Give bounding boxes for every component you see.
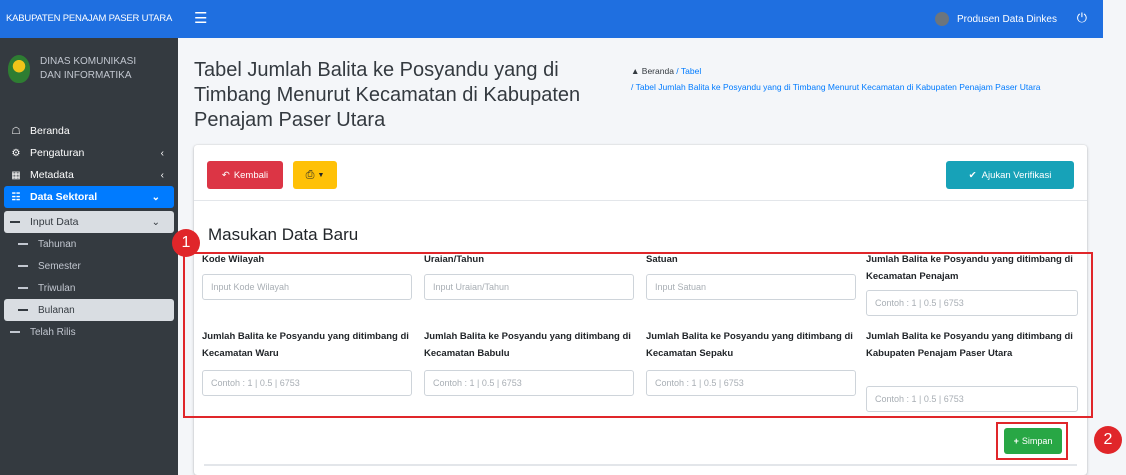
sidebar-item-pengaturan[interactable]: ⚙ Pengaturan ‹ <box>0 142 178 164</box>
sidebar-item-label: Beranda <box>30 125 70 137</box>
breadcrumb-home[interactable]: ▲ Beranda <box>631 66 674 76</box>
sidebar: KABUPATEN PENAJAM PASER UTARA DINAS KOMU… <box>0 0 178 475</box>
waru-input[interactable] <box>202 370 412 396</box>
sidebar-item-label: Metadata <box>30 169 74 181</box>
sidebar-item-label: Tahunan <box>38 238 77 250</box>
dash-icon <box>18 265 28 267</box>
sidebar-item-label: Data Sektoral <box>30 191 98 203</box>
page-title: Tabel Jumlah Balita ke Posyandu yang di … <box>194 59 581 131</box>
avatar <box>934 12 949 26</box>
org-name-line2: DAN INFORMATIKA <box>40 70 132 81</box>
save-button[interactable]: + Simpan <box>1004 428 1062 454</box>
sidebar-item-beranda[interactable]: ☖ Beranda <box>0 120 178 142</box>
field-label-satuan: Satuan <box>646 254 678 265</box>
sidebar-item-label: Semester <box>38 260 81 272</box>
chevron-down-icon: ⌄ <box>151 216 160 228</box>
uraian-tahun-input[interactable] <box>424 274 634 300</box>
card-header: ↶ Kembali ⎙ ▼ ✔ Ajukan Verifikasi <box>194 145 1087 201</box>
field-label-sepaku: Jumlah Balita ke Posyandu yang ditimbang… <box>646 331 853 359</box>
scrollbar[interactable] <box>1103 0 1126 475</box>
annotation-badge-2: 2 <box>1094 426 1122 454</box>
dash-icon <box>18 309 28 311</box>
user-menu[interactable]: Produsen Data Dinkes <box>934 12 1057 26</box>
org-panel: DINAS KOMUNIKASI DAN INFORMATIKA <box>0 38 178 108</box>
print-icon: ⎙ <box>305 168 315 181</box>
dash-icon <box>10 221 20 223</box>
sidebar-item-triwulan[interactable]: Triwulan <box>0 277 178 299</box>
sidebar-item-metadata[interactable]: ▦ Metadata ‹ <box>0 164 178 186</box>
org-name: DINAS KOMUNIKASI DAN INFORMATIKA <box>40 55 136 83</box>
back-button-label: Kembali <box>233 169 269 181</box>
kabupaten-input[interactable] <box>866 386 1078 412</box>
annotation-badge-1: 1 <box>172 229 200 257</box>
breadcrumb-separator: / <box>676 66 679 76</box>
field-label-waru: Jumlah Balita ke Posyandu yang ditimbang… <box>202 331 409 359</box>
sidebar-item-label: Input Data <box>30 216 79 228</box>
breadcrumb-tabel[interactable]: Tabel <box>681 66 701 76</box>
sidebar-item-label: Triwulan <box>38 282 76 294</box>
back-button[interactable]: ↶ Kembali <box>207 161 283 189</box>
chevron-left-icon: ‹ <box>160 169 164 181</box>
breadcrumb-separator: / <box>631 82 634 92</box>
sidebar-item-semester[interactable]: Semester <box>0 255 178 277</box>
breadcrumb: ▲ Beranda / Tabel / Tabel Jumlah Balita … <box>631 63 1071 95</box>
verify-button-label: Ajukan Verifikasi <box>981 169 1052 181</box>
dash-icon <box>18 243 28 245</box>
sidebar-item-bulanan[interactable]: Bulanan <box>4 299 174 321</box>
satuan-input[interactable] <box>646 274 856 300</box>
home-icon: ☖ <box>11 125 21 137</box>
save-button-label: Simpan <box>1021 436 1053 446</box>
breadcrumb-current: Tabel Jumlah Balita ke Posyandu yang di … <box>635 82 1041 92</box>
submit-verification-button[interactable]: ✔ Ajukan Verifikasi <box>946 161 1074 189</box>
print-dropdown-button[interactable]: ⎙ ▼ <box>293 161 337 189</box>
menu-toggle-icon[interactable]: ☰ <box>194 11 207 26</box>
sepaku-input[interactable] <box>646 370 856 396</box>
field-label-kode-wilayah: Kode Wilayah <box>202 254 265 265</box>
sidebar-item-label: Pengaturan <box>30 147 85 159</box>
brand-title[interactable]: KABUPATEN PENAJAM PASER UTARA <box>0 0 178 38</box>
chevron-left-icon: ‹ <box>160 147 164 159</box>
chevron-down-icon: ⌄ <box>151 191 160 203</box>
divider <box>204 464 1077 466</box>
field-label-uraian-tahun: Uraian/Tahun <box>424 254 484 265</box>
org-logo <box>8 55 30 83</box>
babulu-input[interactable] <box>424 370 634 396</box>
sidebar-item-data-sektoral[interactable]: ☷ Data Sektoral ⌄ <box>4 186 174 208</box>
breadcrumb-home-label: Beranda <box>641 66 674 76</box>
cogs-icon: ⚙ <box>11 147 21 159</box>
org-name-line1: DINAS KOMUNIKASI <box>40 56 137 67</box>
caret-down-icon: ▼ <box>317 171 325 179</box>
field-label-kabupaten: Jumlah Balita ke Posyandu yang ditimbang… <box>866 331 1073 359</box>
reply-icon: ↶ <box>221 169 230 181</box>
field-label-penajam: Jumlah Balita ke Posyandu yang ditimbang… <box>866 254 1073 282</box>
database-icon: ☷ <box>11 191 21 203</box>
sidebar-item-label: Bulanan <box>38 304 75 316</box>
topbar: ☰ Produsen Data Dinkes ⏻ <box>178 0 1103 38</box>
sidebar-item-telah-rilis[interactable]: Telah Rilis <box>0 321 178 343</box>
kode-wilayah-input[interactable] <box>202 274 412 300</box>
plus-icon: + <box>1013 436 1019 446</box>
sidebar-item-input-data[interactable]: Input Data ⌄ <box>4 211 174 233</box>
dash-icon <box>10 331 20 333</box>
check-circle-icon: ✔ <box>968 169 977 181</box>
sidebar-item-label: Telah Rilis <box>30 326 76 338</box>
dash-icon <box>18 287 28 289</box>
field-label-babulu: Jumlah Balita ke Posyandu yang ditimbang… <box>424 331 631 359</box>
sidebar-nav: ☖ Beranda ⚙ Pengaturan ‹ ▦ Metadata ‹ ☷ … <box>0 120 178 343</box>
section-title: Masukan Data Baru <box>208 225 359 244</box>
sidebar-item-tahunan[interactable]: Tahunan <box>0 233 178 255</box>
power-icon[interactable]: ⏻ <box>1077 10 1087 26</box>
table-icon: ▦ <box>11 169 21 181</box>
penajam-input[interactable] <box>866 290 1078 316</box>
user-name: Produsen Data Dinkes <box>956 13 1057 25</box>
